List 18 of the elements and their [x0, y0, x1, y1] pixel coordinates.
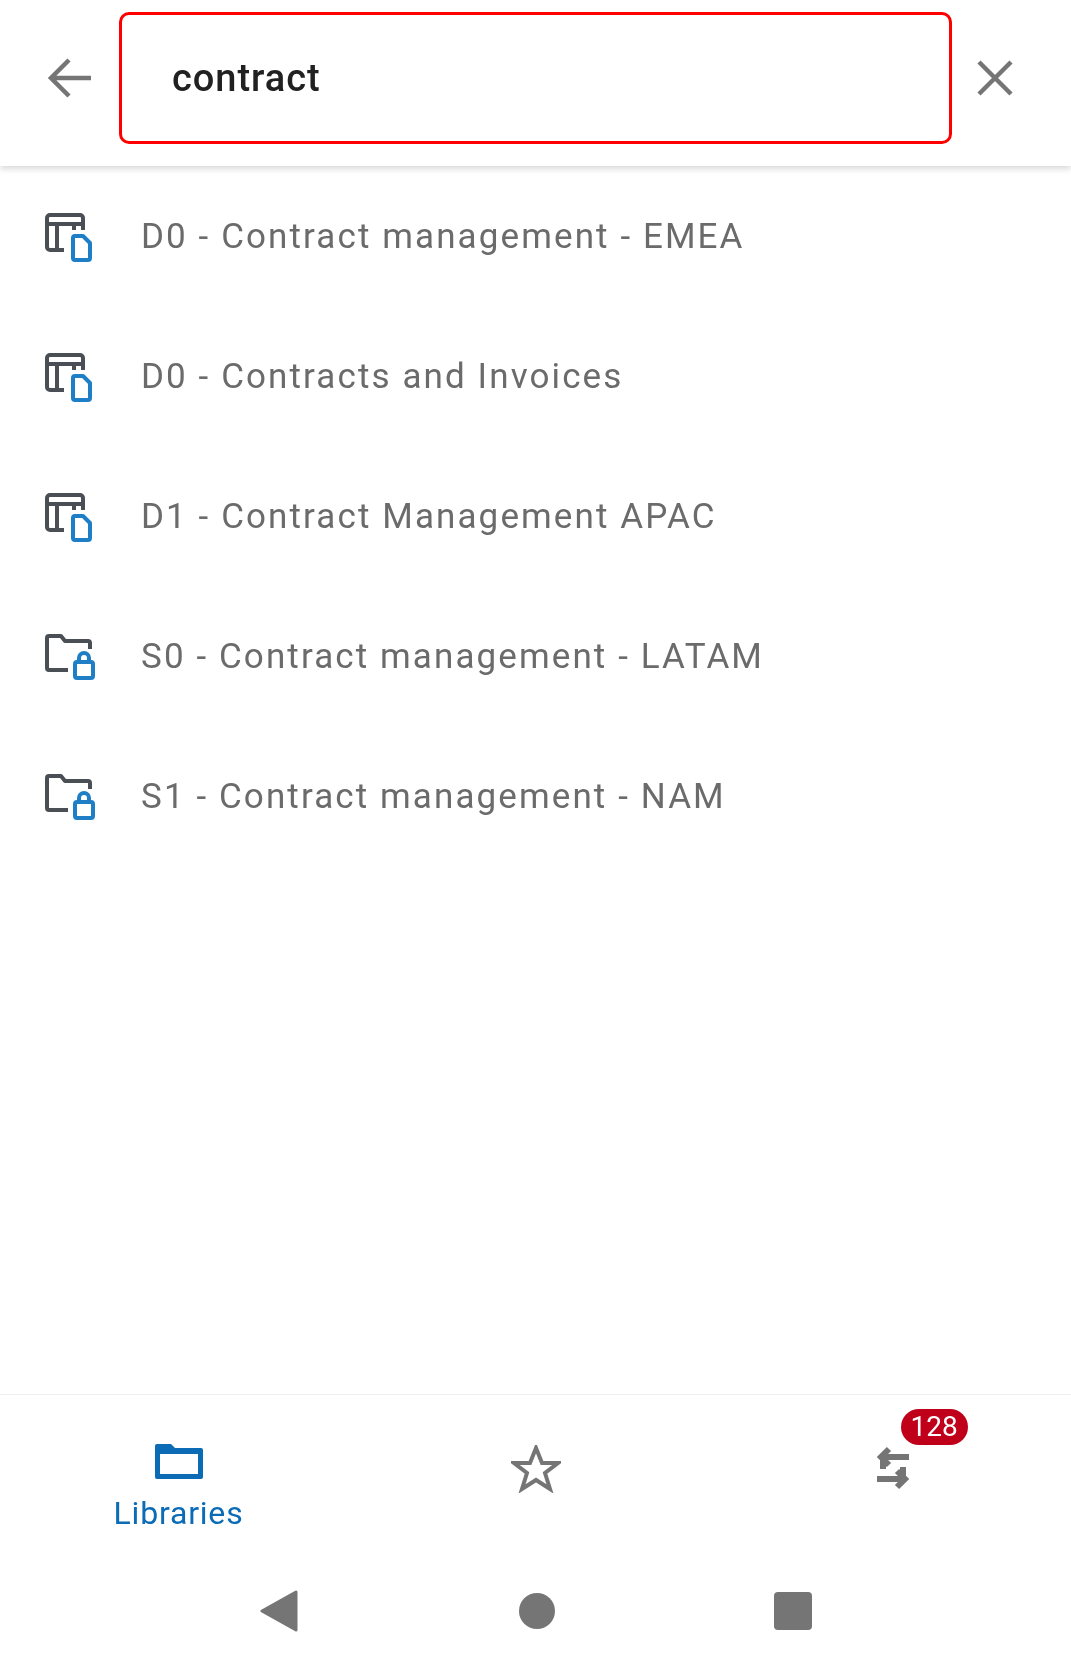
libraries-tab[interactable]: Libraries — [0, 1395, 357, 1537]
result-item[interactable]: D1 - Contract Management APAC — [0, 447, 1071, 587]
home-nav-icon[interactable] — [518, 1593, 555, 1629]
count-badge: 128 — [900, 1409, 968, 1445]
sync-tab[interactable]: 128 — [714, 1395, 1071, 1493]
back-icon — [47, 58, 93, 98]
folder-lock-icon — [44, 634, 98, 680]
folder-icon — [152, 1441, 205, 1481]
recents-nav-icon[interactable] — [773, 1592, 812, 1630]
close-icon — [976, 59, 1014, 97]
back-nav-icon[interactable] — [259, 1590, 300, 1632]
search-field[interactable]: contract — [119, 12, 952, 144]
result-item[interactable]: D0 - Contracts and Invoices — [0, 307, 1071, 447]
result-item[interactable]: S1 - Contract management - NAM — [0, 727, 1071, 867]
result-item[interactable]: D0 - Contract management - EMEA — [0, 167, 1071, 307]
folder-lock-icon — [44, 774, 98, 820]
star-icon — [510, 1445, 561, 1493]
result-item[interactable]: S0 - Contract management - LATAM — [0, 587, 1071, 727]
